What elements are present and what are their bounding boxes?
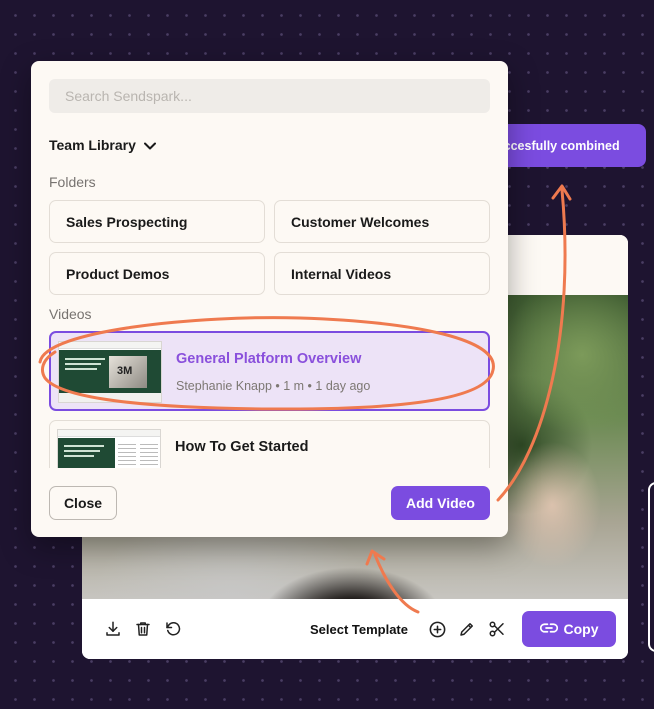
download-icon[interactable]: [102, 618, 124, 640]
list-item-general-platform-overview[interactable]: 3M General Platform Overview Stephanie K…: [49, 331, 490, 411]
arrow-to-toast-head: [551, 184, 572, 201]
copy-button[interactable]: Copy: [522, 611, 616, 647]
video-thumbnail: [57, 429, 161, 468]
folder-label: Internal Videos: [291, 265, 392, 282]
video-title: General Platform Overview: [176, 351, 362, 367]
library-dropdown[interactable]: Team Library: [49, 135, 156, 155]
folder-customer-welcomes[interactable]: Customer Welcomes: [274, 200, 490, 243]
folder-label: Product Demos: [66, 265, 170, 282]
library-label: Team Library: [49, 137, 136, 153]
trash-icon[interactable]: [132, 618, 154, 640]
scissors-icon[interactable]: [486, 618, 508, 640]
folders-heading: Folders: [49, 174, 96, 190]
editor-toolbar: Select Template Copy: [82, 599, 628, 659]
copy-label: Copy: [563, 621, 599, 637]
folder-product-demos[interactable]: Product Demos: [49, 252, 265, 295]
folder-internal-videos[interactable]: Internal Videos: [274, 252, 490, 295]
video-picker-modal: Team Library Folders Sales Prospecting C…: [31, 61, 508, 537]
folder-sales-prospecting[interactable]: Sales Prospecting: [49, 200, 265, 243]
background-card-edge: [648, 482, 654, 652]
folder-label: Customer Welcomes: [291, 213, 430, 230]
add-video-button[interactable]: Add Video: [391, 486, 490, 520]
chevron-down-icon: [143, 137, 156, 153]
pencil-icon[interactable]: [456, 618, 478, 640]
search-input[interactable]: [49, 79, 490, 113]
folder-label: Sales Prospecting: [66, 213, 188, 230]
video-meta: Stephanie Knapp • 1 m • 1 day ago: [176, 379, 371, 393]
video-title: How To Get Started: [175, 439, 309, 455]
list-item-how-to-get-started[interactable]: How To Get Started: [49, 420, 490, 468]
plus-circle-icon[interactable]: [426, 618, 448, 640]
video-thumbnail: 3M: [58, 341, 162, 403]
videos-list: 3M General Platform Overview Stephanie K…: [49, 331, 490, 468]
videos-heading: Videos: [49, 306, 92, 322]
close-button[interactable]: Close: [49, 486, 117, 520]
link-icon: [539, 621, 558, 637]
select-template-button[interactable]: Select Template: [310, 622, 408, 637]
undo-icon[interactable]: [162, 618, 184, 640]
